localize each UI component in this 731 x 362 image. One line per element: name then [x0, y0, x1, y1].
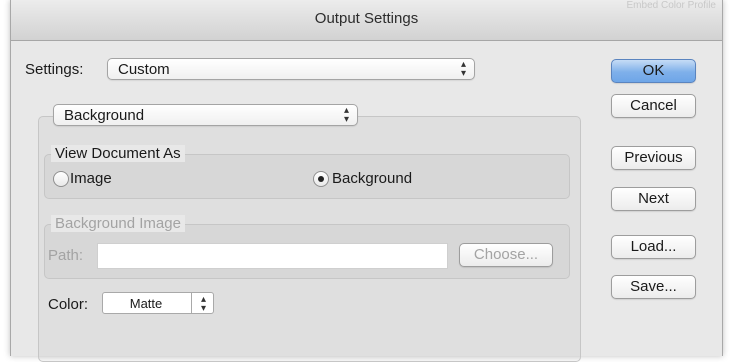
choose-button[interactable]: Choose... [459, 243, 553, 267]
up-down-arrows-icon: ▴ ▾ [200, 294, 206, 314]
path-field[interactable] [97, 243, 448, 269]
ok-button[interactable]: OK [611, 59, 696, 83]
section-popup[interactable]: Background ▴ ▾ [53, 104, 358, 126]
path-label: Path: [48, 247, 84, 264]
color-popup-divider [191, 293, 192, 313]
section-popup-value: Background [64, 107, 145, 124]
color-popup-value: Matte [129, 296, 163, 311]
radio-background-label[interactable]: Background [332, 170, 412, 187]
view-document-as-legend: View Document As [51, 145, 185, 162]
dialog-title: Output Settings [314, 10, 419, 27]
previous-button[interactable]: Previous [611, 146, 696, 170]
up-down-arrows-icon: ▴ ▾ [460, 59, 466, 79]
save-button[interactable]: Save... [611, 275, 696, 299]
settings-popup-value: Custom [118, 61, 170, 78]
up-down-arrows-icon: ▴ ▾ [343, 105, 349, 125]
radio-selected-dot [318, 176, 324, 182]
next-button[interactable]: Next [611, 187, 696, 211]
settings-popup[interactable]: Custom ▴ ▾ [107, 58, 475, 80]
color-label: Color: [48, 296, 89, 313]
load-button[interactable]: Load... [611, 235, 696, 259]
radio-image[interactable] [53, 171, 69, 187]
color-popup[interactable]: Matte ▴ ▾ [102, 292, 214, 314]
background-image-legend: Background Image [51, 215, 185, 232]
radio-image-label[interactable]: Image [70, 170, 112, 187]
settings-label: Settings: [25, 61, 84, 78]
radio-background[interactable] [313, 171, 329, 187]
title-bar[interactable]: Embed Color Profile Output Settings [11, 0, 722, 41]
cancel-button[interactable]: Cancel [611, 94, 696, 118]
output-settings-dialog: Embed Color Profile Output Settings Sett… [10, 0, 723, 362]
